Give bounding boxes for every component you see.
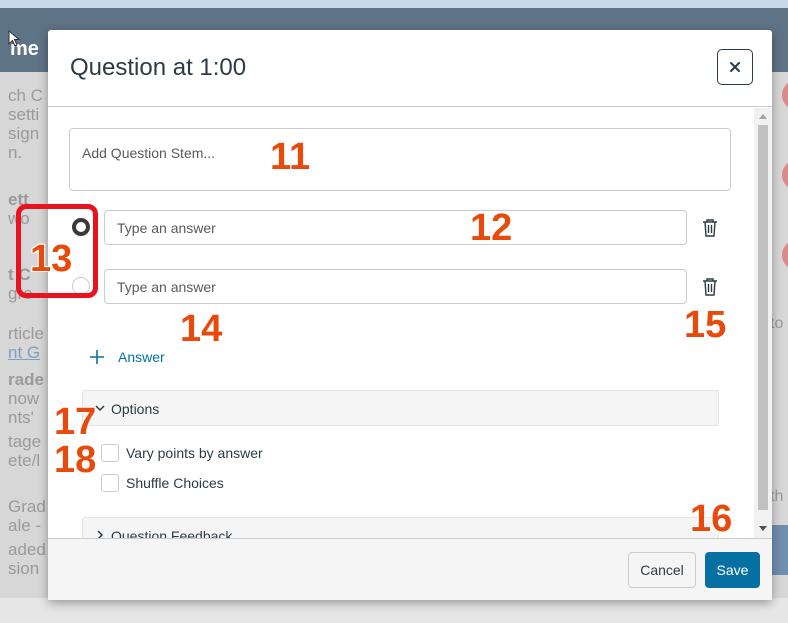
answer-input-1[interactable]: Type an answer xyxy=(104,210,687,245)
background-text: now xyxy=(8,389,40,408)
background-text: nts' xyxy=(8,408,34,427)
question-stem-placeholder: Add Question Stem... xyxy=(82,145,216,161)
trash-icon[interactable] xyxy=(701,218,719,238)
annotation-number: 14 xyxy=(180,308,223,350)
scroll-up-arrow-icon[interactable] xyxy=(759,114,767,119)
background-text: th xyxy=(770,488,784,505)
background-text: tage xyxy=(8,432,42,451)
question-feedback-label: Question Feedback xyxy=(111,528,233,538)
background-text: setti xyxy=(8,105,40,124)
scrollbar-thumb[interactable] xyxy=(758,125,768,510)
options-toggle[interactable]: Options xyxy=(82,390,719,426)
shuffle-choices-row[interactable]: Shuffle Choices xyxy=(101,473,224,493)
question-feedback-toggle[interactable]: Question Feedback xyxy=(82,517,719,538)
modal-header: Question at 1:00 xyxy=(48,30,772,107)
background-text: Grad xyxy=(8,497,46,516)
annotation-number: 12 xyxy=(470,207,513,249)
trash-icon[interactable] xyxy=(701,277,719,297)
background-text: rticle xyxy=(8,324,44,343)
annotation-number: 16 xyxy=(690,498,733,540)
mouse-cursor-icon xyxy=(8,30,21,47)
modal-title: Question at 1:00 xyxy=(70,54,247,81)
vary-points-checkbox[interactable] xyxy=(101,444,119,462)
answer-placeholder: Type an answer xyxy=(117,220,216,236)
background-text: ale - xyxy=(8,516,42,535)
background-text: ch C xyxy=(8,86,43,105)
annotation-number: 17 xyxy=(54,401,97,443)
background-text: n. xyxy=(8,143,23,162)
background-text: to xyxy=(770,315,784,332)
annotation-number: 11 xyxy=(270,136,311,178)
annotation-number: 15 xyxy=(684,304,727,346)
shuffle-choices-checkbox[interactable] xyxy=(101,474,119,492)
save-button[interactable]: Save xyxy=(705,552,760,588)
annotation-number: 18 xyxy=(54,439,97,481)
close-button[interactable] xyxy=(717,49,753,85)
background-text: sign xyxy=(8,124,40,143)
add-answer-button[interactable]: Answer xyxy=(88,345,165,369)
annotation-number: 13 xyxy=(30,238,73,280)
vary-points-label: Vary points by answer xyxy=(126,445,263,461)
background-text: aded xyxy=(8,540,46,559)
chevron-down-icon xyxy=(95,405,105,412)
question-modal: Question at 1:00 Add Question Stem... Ty… xyxy=(48,30,772,600)
close-icon xyxy=(730,62,740,72)
shuffle-choices-label: Shuffle Choices xyxy=(126,475,224,491)
background-topbar xyxy=(0,0,788,8)
options-label: Options xyxy=(111,401,160,417)
scroll-down-arrow-icon[interactable] xyxy=(759,526,767,531)
modal-scrollbar[interactable] xyxy=(754,108,772,538)
plus-icon xyxy=(90,350,104,364)
answer-input-2[interactable]: Type an answer xyxy=(104,269,687,304)
background-link: nt G xyxy=(8,343,41,362)
question-stem-input[interactable]: Add Question Stem... xyxy=(69,128,731,191)
vary-points-row[interactable]: Vary points by answer xyxy=(101,443,263,463)
chevron-right-icon xyxy=(97,530,104,538)
cancel-button[interactable]: Cancel xyxy=(628,552,696,588)
add-answer-label: Answer xyxy=(118,349,165,365)
modal-footer: Cancel Save xyxy=(48,538,772,600)
modal-body: Add Question Stem... Type an answer Type… xyxy=(48,108,772,538)
background-text: sion xyxy=(8,559,40,578)
answer-placeholder: Type an answer xyxy=(117,279,216,295)
background-footer xyxy=(0,598,788,623)
background-text: ete/l xyxy=(8,451,41,470)
background-text: rade xyxy=(8,370,44,389)
